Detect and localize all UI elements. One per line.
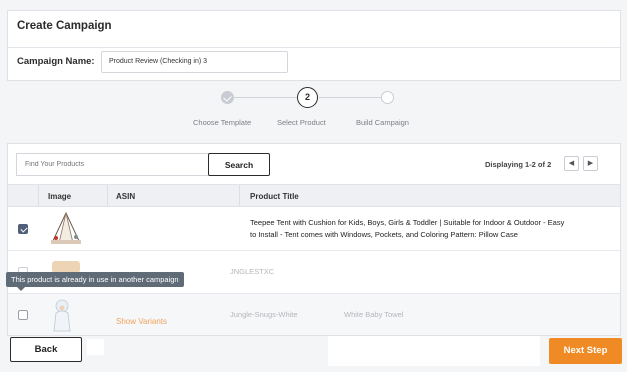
step-connector-1 xyxy=(234,97,298,98)
product-title-cell: White Baby Towel xyxy=(344,310,404,319)
table-row[interactable]: Show Variants Jungle-Snugs-White White B… xyxy=(8,294,620,335)
chevron-left-icon[interactable]: ◀ xyxy=(564,156,579,171)
step-connector-2 xyxy=(319,97,383,98)
product-title-line-1: Teepee Tent with Cushion for Kids, Boys,… xyxy=(250,218,565,227)
campaign-header-card: Create Campaign Campaign Name: Product R… xyxy=(7,10,621,81)
header-divider xyxy=(8,47,620,48)
back-button[interactable]: Back xyxy=(10,337,82,362)
towel-product-image xyxy=(53,299,71,332)
column-image: Image xyxy=(48,192,72,201)
pagination-count: Displaying 1-2 of 2 xyxy=(485,160,552,169)
asin-cell: JNGLESTXC xyxy=(230,267,275,276)
step-label-choose-template: Choose Template xyxy=(193,118,252,127)
progress-stepper: 2 Choose Template Select Product Build C… xyxy=(0,85,627,130)
step-1-check-icon xyxy=(221,91,234,104)
page-title: Create Campaign xyxy=(17,20,112,32)
step-3-indicator xyxy=(381,91,394,104)
asin-cell: Jungle-Snugs-White xyxy=(230,310,298,319)
next-step-button[interactable]: Next Step xyxy=(549,338,622,364)
show-variants-link[interactable]: Show Variants xyxy=(116,317,167,326)
campaign-name-input[interactable]: Product Review (Checking in) 3 xyxy=(101,51,288,73)
blank-area xyxy=(328,336,540,366)
blank-area xyxy=(87,339,104,355)
search-button[interactable]: Search xyxy=(208,153,270,176)
product-selection-card: Search Displaying 1-2 of 2 ◀ ▶ Image ASI… xyxy=(7,143,621,336)
column-product-title: Product Title xyxy=(250,192,299,201)
product-title-line-2: to Install - Tent comes with Windows, Po… xyxy=(250,230,518,239)
row-checkbox[interactable] xyxy=(18,224,28,234)
step-label-select-product: Select Product xyxy=(277,118,326,127)
step-label-build-campaign: Build Campaign xyxy=(356,118,409,127)
step-2-indicator: 2 xyxy=(297,87,318,108)
campaign-name-label: Campaign Name: xyxy=(17,56,95,67)
tent-product-image xyxy=(51,211,81,244)
row-checkbox[interactable] xyxy=(18,310,28,320)
column-asin: ASIN xyxy=(116,192,136,201)
chevron-right-icon[interactable]: ▶ xyxy=(583,156,598,171)
table-header: Image ASIN Product Title xyxy=(8,184,620,207)
product-search-input[interactable] xyxy=(16,153,210,176)
in-use-tooltip: This product is already in use in anothe… xyxy=(6,272,184,291)
table-row[interactable]: Teepee Tent with Cushion for Kids, Boys,… xyxy=(8,207,620,251)
